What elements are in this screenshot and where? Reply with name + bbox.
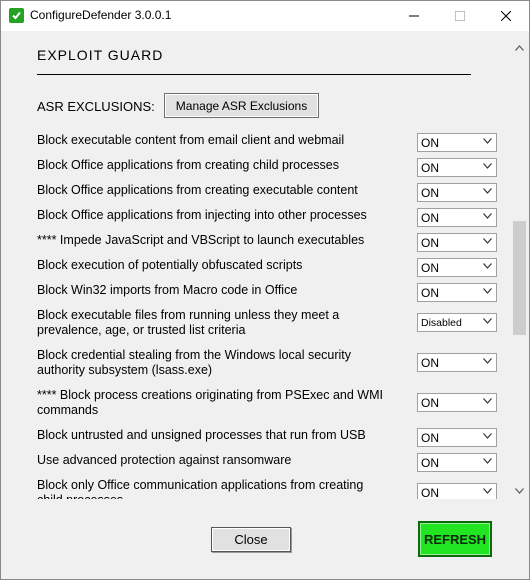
chevron-down-icon	[483, 188, 492, 194]
chevron-down-icon	[483, 358, 492, 364]
rule-setting-dropdown[interactable]: ON	[417, 233, 497, 252]
close-icon	[501, 11, 511, 21]
window-title: ConfigureDefender 3.0.0.1	[30, 8, 172, 22]
minimize-button[interactable]	[391, 1, 437, 31]
chevron-down-icon	[483, 398, 492, 404]
settings-panel: EXPLOIT GUARD ASR EXCLUSIONS: Manage ASR…	[9, 39, 526, 499]
maximize-button[interactable]	[437, 1, 483, 31]
rule-setting-dropdown[interactable]: ON	[417, 258, 497, 277]
rule-label: Block Office applications from creating …	[37, 183, 358, 197]
manage-asr-exclusions-button[interactable]: Manage ASR Exclusions	[164, 93, 319, 118]
rule-label: Use advanced protection against ransomwa…	[37, 453, 292, 467]
scroll-down-arrow-icon	[515, 487, 524, 494]
dropdown-value: ON	[421, 396, 439, 410]
rule-label: Block execution of potentially obfuscate…	[37, 258, 303, 272]
dropdown-value: ON	[421, 286, 439, 300]
dropdown-value: ON	[421, 136, 439, 150]
dropdown-value: ON	[421, 431, 439, 445]
close-window-button[interactable]	[483, 1, 529, 31]
dropdown-value: ON	[421, 211, 439, 225]
scroll-down-button[interactable]	[511, 482, 528, 499]
chevron-down-icon	[483, 433, 492, 439]
dropdown-value: ON	[421, 456, 439, 470]
rule-label: **** Impede JavaScript and VBScript to l…	[37, 233, 365, 247]
rule-setting-dropdown[interactable]: Disabled	[417, 313, 497, 332]
rule-setting-dropdown[interactable]: ON	[417, 133, 497, 152]
rule-setting-dropdown[interactable]: ON	[417, 393, 497, 412]
chevron-down-icon	[483, 213, 492, 219]
close-button[interactable]: Close	[211, 527, 291, 552]
rule-setting-dropdown[interactable]: ON	[417, 158, 497, 177]
rule-label: Block untrusted and unsigned processes t…	[37, 428, 366, 442]
dropdown-value: ON	[421, 236, 439, 250]
chevron-down-icon	[483, 163, 492, 169]
rule-setting-dropdown[interactable]: ON	[417, 483, 497, 499]
vertical-scrollbar[interactable]	[511, 39, 528, 499]
scroll-up-button[interactable]	[511, 39, 528, 56]
rule-setting-dropdown[interactable]: ON	[417, 353, 497, 372]
configure-defender-window: ConfigureDefender 3.0.0.1 EXPLOIT GUARD …	[0, 0, 530, 580]
chevron-down-icon	[483, 458, 492, 464]
rule-label: Block credential stealing from the Windo…	[37, 348, 352, 377]
rule-label: Block only Office communication applicat…	[37, 478, 364, 499]
section-title: EXPLOIT GUARD	[37, 47, 164, 63]
title-bar[interactable]: ConfigureDefender 3.0.0.1	[1, 1, 529, 31]
refresh-button[interactable]: REFRESH	[418, 521, 492, 557]
scroll-up-arrow-icon	[515, 44, 524, 51]
scrollbar-thumb[interactable]	[513, 221, 526, 335]
minimize-icon	[409, 15, 419, 17]
rule-label: Block Office applications from injecting…	[37, 208, 367, 222]
rule-setting-dropdown[interactable]: ON	[417, 183, 497, 202]
chevron-down-icon	[483, 488, 492, 494]
chevron-down-icon	[483, 318, 492, 324]
footer-bar: Close REFRESH	[1, 501, 529, 579]
shield-check-icon	[9, 8, 24, 23]
rule-setting-dropdown[interactable]: ON	[417, 208, 497, 227]
rule-label: Block executable files from running unle…	[37, 308, 340, 337]
dropdown-value: Disabled	[421, 317, 462, 329]
chevron-down-icon	[483, 238, 492, 244]
dropdown-value: ON	[421, 261, 439, 275]
section-divider	[37, 74, 471, 75]
maximize-icon	[455, 11, 465, 21]
dropdown-value: ON	[421, 356, 439, 370]
chevron-down-icon	[483, 138, 492, 144]
rule-label: Block Win32 imports from Macro code in O…	[37, 283, 298, 297]
rule-setting-dropdown[interactable]: ON	[417, 283, 497, 302]
chevron-down-icon	[483, 263, 492, 269]
asr-exclusions-label: ASR EXCLUSIONS:	[37, 99, 155, 114]
chevron-down-icon	[483, 288, 492, 294]
rule-setting-dropdown[interactable]: ON	[417, 428, 497, 447]
dropdown-value: ON	[421, 161, 439, 175]
dropdown-value: ON	[421, 486, 439, 499]
rule-label: Block executable content from email clie…	[37, 133, 345, 147]
rule-setting-dropdown[interactable]: ON	[417, 453, 497, 472]
dropdown-value: ON	[421, 186, 439, 200]
rule-label: Block Office applications from creating …	[37, 158, 339, 172]
rule-label: **** Block process creations originating…	[37, 388, 383, 417]
